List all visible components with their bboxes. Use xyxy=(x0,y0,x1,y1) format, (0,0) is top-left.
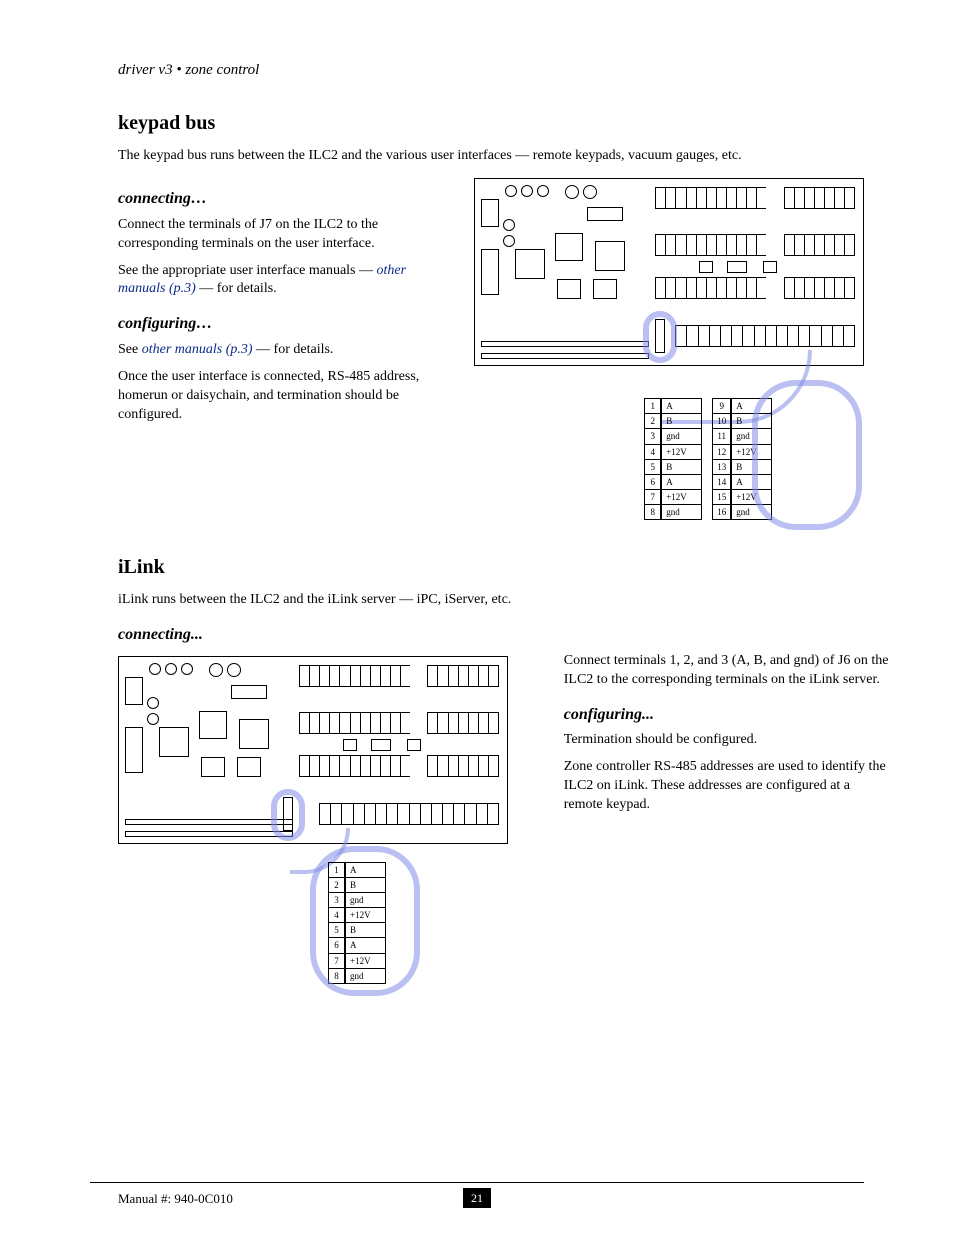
pin-number: 3 xyxy=(645,429,661,444)
keypad-cfg-p1b: — for details. xyxy=(253,342,334,357)
keypad-text-col: connecting… Connect the terminals of J7 … xyxy=(118,174,446,432)
pin-label: +12V xyxy=(732,444,772,459)
keypad-table-a: 12345678 ABgnd+12VBA+12Vgnd xyxy=(644,398,702,520)
pin-label: A xyxy=(732,474,772,489)
page: driver v3 • zone control keypad bus The … xyxy=(0,0,954,984)
ilink-pinout-tables: 12345678 ABgnd+12VBA+12Vgnd xyxy=(328,862,418,984)
pin-label: B xyxy=(662,459,702,474)
pin-number: 1 xyxy=(329,862,345,877)
keypad-pinout-tables: 12345678 ABgnd+12VBA+12Vgnd 910111213141… xyxy=(644,398,892,520)
pin-label: +12V xyxy=(662,444,702,459)
ilink-table-labels: ABgnd+12VBA+12Vgnd xyxy=(345,862,386,984)
ilink-conn-p1: Connect terminals 1, 2, and 3 (A, B, and… xyxy=(564,652,892,690)
pin-label: B xyxy=(346,923,386,938)
pin-label: A xyxy=(732,399,772,414)
pin-number: 8 xyxy=(329,968,345,983)
ilink-table-nums: 12345678 xyxy=(328,862,345,984)
intro-ilink: iLink runs between the ILC2 and the iLin… xyxy=(118,591,864,610)
keypad-two-col: connecting… Connect the terminals of J7 … xyxy=(118,174,864,520)
pin-number: 2 xyxy=(645,414,661,429)
pcb-figure-ilink xyxy=(118,656,508,844)
running-head: driver v3 • zone control xyxy=(118,60,864,80)
pin-number: 4 xyxy=(645,444,661,459)
pin-label: gnd xyxy=(662,505,702,520)
keypad-cfg-p1a: See xyxy=(118,342,142,357)
heading-ilink: iLink xyxy=(118,554,864,581)
pin-label: B xyxy=(732,414,772,429)
heading-configuring-1: configuring… xyxy=(118,313,446,335)
pin-number: 6 xyxy=(329,938,345,953)
pin-label: gnd xyxy=(346,968,386,983)
footer-rule xyxy=(90,1182,864,1183)
heading-connecting-1: connecting… xyxy=(118,188,446,210)
xref-other-manuals-2[interactable]: other manuals (p.3) xyxy=(142,342,253,357)
keypad-conn-p2: See the appropriate user interface manua… xyxy=(118,262,446,300)
keypad-cfg-p1: See other manuals (p.3) — for details. xyxy=(118,341,446,360)
pin-label: gnd xyxy=(346,893,386,908)
keypad-conn-p2a: See the appropriate user interface manua… xyxy=(118,263,377,278)
pin-number: 1 xyxy=(645,399,661,414)
pin-number: 2 xyxy=(329,877,345,892)
pcb-figure-keypad xyxy=(474,178,864,366)
keypad-table-b-nums: 910111213141516 xyxy=(712,398,731,520)
pin-label: +12V xyxy=(662,489,702,504)
keypad-table-b: 910111213141516 ABgnd+12VBA+12Vgnd xyxy=(712,398,772,520)
ilink-two-col: 12345678 ABgnd+12VBA+12Vgnd Connect term… xyxy=(118,652,864,984)
pin-number: 12 xyxy=(713,444,731,459)
pin-label: A xyxy=(662,399,702,414)
pin-number: 3 xyxy=(329,893,345,908)
ilink-figure-col: 12345678 ABgnd+12VBA+12Vgnd xyxy=(118,652,536,984)
pin-label: gnd xyxy=(732,505,772,520)
pin-number: 8 xyxy=(645,505,661,520)
pin-number: 15 xyxy=(713,489,731,504)
keypad-figure-col: 12345678 ABgnd+12VBA+12Vgnd 910111213141… xyxy=(474,174,892,520)
heading-connecting-2: connecting... xyxy=(118,624,864,646)
ilink-cfg-p1: Termination should be configured. xyxy=(564,731,892,750)
pin-label: A xyxy=(662,474,702,489)
page-number: 21 xyxy=(463,1188,491,1208)
pin-label: B xyxy=(662,414,702,429)
footer-manual-number: Manual #: 940-0C010 xyxy=(118,1190,233,1208)
pin-label: A xyxy=(346,862,386,877)
keypad-table-a-labels: ABgnd+12VBA+12Vgnd xyxy=(661,398,702,520)
keypad-conn-p2b: — for details. xyxy=(196,281,277,296)
pin-number: 14 xyxy=(713,474,731,489)
pin-label: gnd xyxy=(662,429,702,444)
heading-keypad-bus: keypad bus xyxy=(118,110,864,137)
pin-number: 6 xyxy=(645,474,661,489)
pin-number: 5 xyxy=(329,923,345,938)
pin-number: 11 xyxy=(713,429,731,444)
pin-label: gnd xyxy=(732,429,772,444)
pin-number: 5 xyxy=(645,459,661,474)
pin-number: 4 xyxy=(329,908,345,923)
keypad-table-b-labels: ABgnd+12VBA+12Vgnd xyxy=(731,398,772,520)
keypad-table-a-nums: 12345678 xyxy=(644,398,661,520)
pin-number: 9 xyxy=(713,399,731,414)
pin-label: +12V xyxy=(732,489,772,504)
pin-label: +12V xyxy=(346,953,386,968)
pin-number: 7 xyxy=(645,489,661,504)
ilink-table: 12345678 ABgnd+12VBA+12Vgnd xyxy=(328,862,418,984)
heading-configuring-2: configuring... xyxy=(564,704,892,726)
pin-label: +12V xyxy=(346,908,386,923)
pin-label: A xyxy=(346,938,386,953)
keypad-conn-p1: Connect the terminals of J7 on the ILC2 … xyxy=(118,216,446,254)
ilink-text-col: Connect terminals 1, 2, and 3 (A, B, and… xyxy=(564,652,892,823)
keypad-cfg-p2: Once the user interface is connected, RS… xyxy=(118,368,446,425)
pin-label: B xyxy=(346,877,386,892)
pin-number: 10 xyxy=(713,414,731,429)
pin-number: 7 xyxy=(329,953,345,968)
pin-number: 16 xyxy=(713,505,731,520)
ilink-cfg-p2: Zone controller RS-485 addresses are use… xyxy=(564,758,892,815)
intro-keypad-bus: The keypad bus runs between the ILC2 and… xyxy=(118,147,864,166)
pin-label: B xyxy=(732,459,772,474)
pin-number: 13 xyxy=(713,459,731,474)
